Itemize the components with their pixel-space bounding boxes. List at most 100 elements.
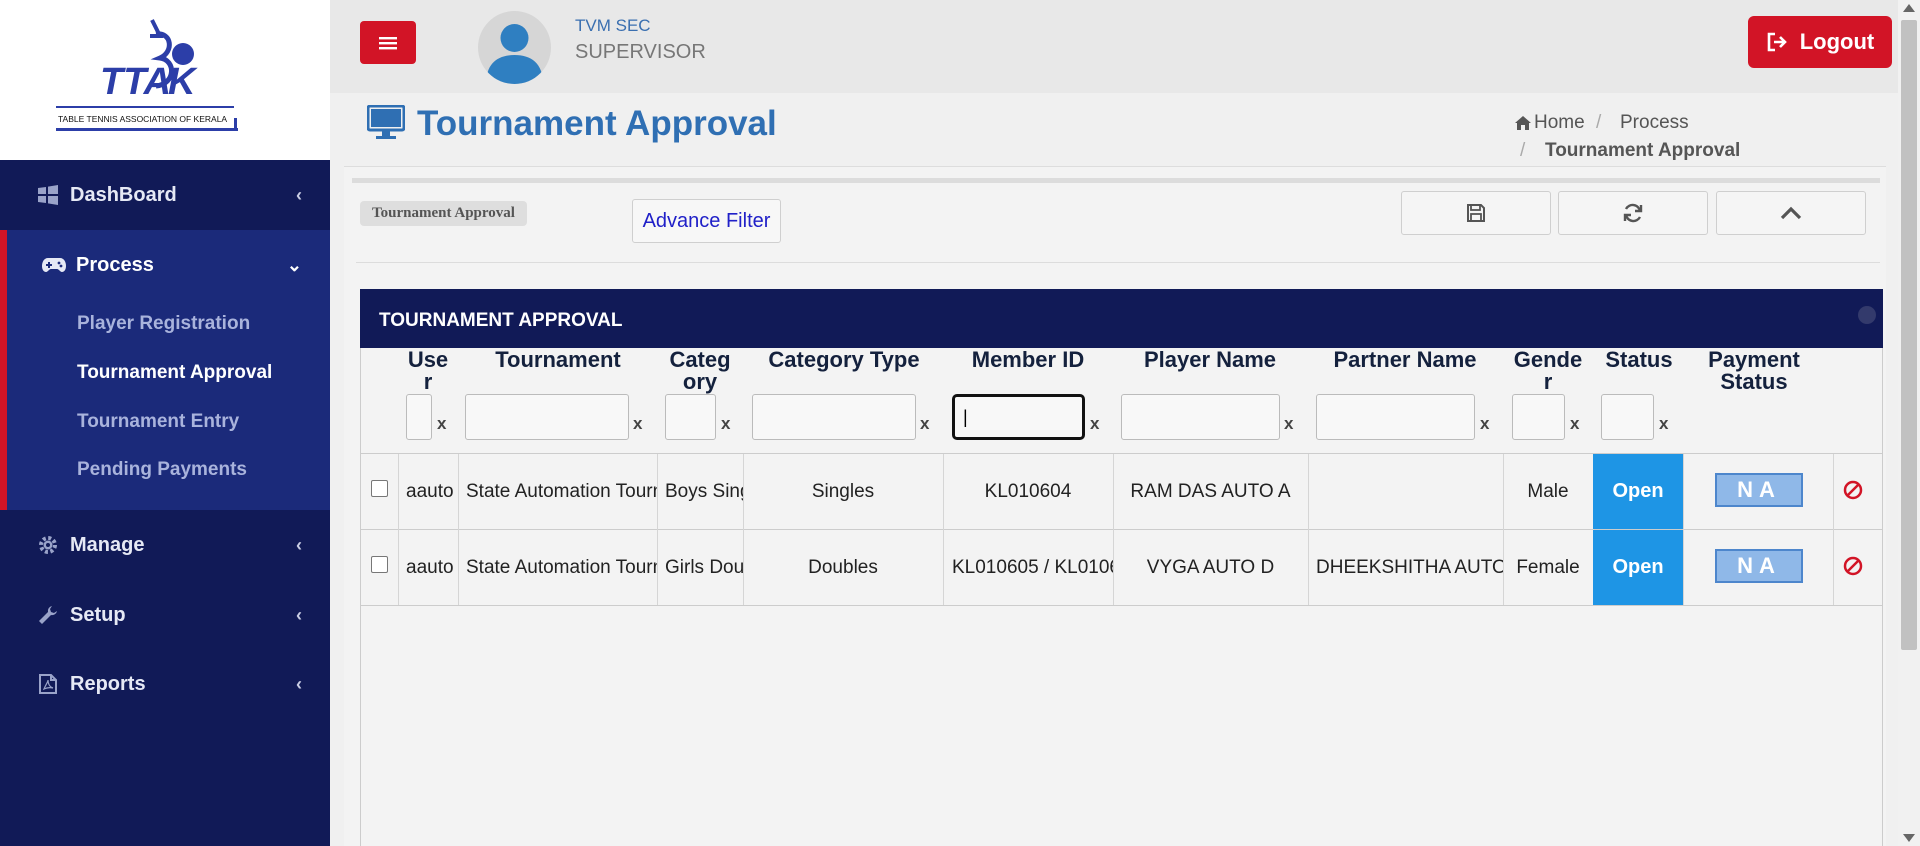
filter-clear-icon[interactable]: x — [1659, 414, 1668, 434]
panel-tab-label: Tournament Approval — [360, 201, 527, 226]
chevron-up-icon — [1780, 206, 1802, 220]
filter-status-input[interactable] — [1601, 394, 1654, 440]
status-open-button[interactable]: Open — [1593, 530, 1683, 605]
row-select-checkbox[interactable] — [371, 480, 388, 497]
svg-text:K: K — [168, 61, 198, 103]
save-icon — [1467, 204, 1485, 222]
column-header-payment-status[interactable]: Payment Status — [1688, 349, 1820, 393]
menu-toggle-button[interactable] — [360, 21, 416, 64]
monitor-icon — [366, 104, 406, 146]
cell-user: aauto — [406, 557, 454, 578]
cell-partner-name: DHEEKSHITHA AUTO — [1316, 557, 1503, 578]
column-header-player-name[interactable]: Player Name — [1116, 349, 1304, 371]
sidebar-item-reports[interactable]: Reports ‹ — [0, 649, 330, 719]
cell-player-name: VYGA AUTO D — [1146, 557, 1275, 578]
divider — [1683, 454, 1684, 605]
scroll-down-arrow-icon[interactable] — [1903, 834, 1915, 842]
column-header-partner-name[interactable]: Partner Name — [1310, 349, 1500, 371]
chevron-left-icon: ‹ — [296, 673, 302, 694]
sidebar-item-setup[interactable]: Setup ‹ — [0, 580, 330, 650]
logo[interactable]: TTA K TABLE TENNIS ASSOCIATION OF KERALA — [0, 0, 330, 160]
ttak-logo-icon: TTA K TABLE TENNIS ASSOCIATION OF KERALA — [56, 19, 238, 131]
divider — [1503, 454, 1504, 605]
sidebar-item-manage[interactable]: Manage ‹ — [0, 510, 330, 580]
grid-settings-icon[interactable] — [1858, 306, 1876, 324]
filter-clear-icon[interactable]: x — [633, 414, 642, 434]
advance-filter-button[interactable]: Advance Filter — [632, 199, 781, 243]
column-header-status[interactable]: Status — [1594, 349, 1684, 371]
filter-clear-icon[interactable]: x — [1284, 414, 1293, 434]
gamepad-icon — [42, 257, 66, 273]
logout-button[interactable]: Logout — [1748, 16, 1892, 68]
column-header-member-id[interactable]: Member ID — [944, 349, 1112, 371]
filter-clear-icon[interactable]: x — [721, 414, 730, 434]
refresh-button[interactable] — [1558, 191, 1708, 235]
save-button[interactable] — [1401, 191, 1551, 235]
scroll-up-arrow-icon[interactable] — [1903, 4, 1915, 12]
submenu-item-tournament-approval[interactable]: Tournament Approval — [77, 362, 272, 384]
breadcrumb-current: Tournament Approval — [1545, 140, 1741, 161]
logout-label: Logout — [1799, 29, 1875, 54]
divider — [1833, 454, 1834, 605]
submenu-item-tournament-entry[interactable]: Tournament Entry — [77, 411, 239, 433]
payment-status-badge[interactable]: NA — [1715, 473, 1803, 507]
column-header-tournament[interactable]: Tournament — [463, 349, 653, 371]
breadcrumb-process[interactable]: Process — [1620, 112, 1689, 134]
column-header-category-type[interactable]: Category Type — [748, 349, 940, 371]
reject-icon[interactable] — [1843, 480, 1863, 505]
chevron-left-icon: ‹ — [296, 184, 302, 205]
divider — [657, 454, 658, 605]
filter-category-type-input[interactable] — [752, 394, 916, 440]
divider — [943, 454, 944, 605]
filter-partner-name-input[interactable] — [1316, 394, 1475, 440]
submenu-item-player-registration[interactable]: Player Registration — [77, 313, 250, 335]
divider — [1308, 454, 1309, 605]
user-icon — [486, 24, 543, 84]
breadcrumb-home[interactable]: Home — [1514, 112, 1585, 134]
filter-clear-icon[interactable]: x — [920, 414, 929, 434]
column-header-gender[interactable]: Gende r — [1505, 349, 1591, 393]
filter-member-id-input[interactable] — [952, 394, 1085, 440]
column-header-category[interactable]: Categ ory — [658, 349, 742, 393]
filter-clear-icon[interactable]: x — [437, 414, 446, 434]
cell-category: Boys Singles — [665, 481, 743, 502]
sidebar-item-dashboard[interactable]: DashBoard ‹ — [0, 160, 330, 230]
cell-member-id: KL010605 / KL010606 — [952, 557, 1113, 578]
status-open-button[interactable]: Open — [1593, 454, 1683, 529]
hamburger-icon — [379, 36, 397, 49]
sign-out-icon — [1767, 32, 1787, 52]
sidebar-item-label: Setup — [70, 603, 126, 626]
cell-player-name: RAM DAS AUTO A — [1130, 481, 1291, 502]
cell-tournament: State Automation Tournament — [466, 481, 657, 502]
scrollbar-thumb[interactable] — [1901, 20, 1917, 650]
collapse-button[interactable] — [1716, 191, 1866, 235]
sidebar-item-label: Process — [76, 253, 154, 276]
panel-top-strip — [352, 178, 1880, 183]
filter-clear-icon[interactable]: x — [1090, 414, 1099, 434]
sidebar-item-label: Reports — [70, 672, 146, 695]
svg-text:TTA: TTA — [100, 61, 171, 103]
cell-user: aauto — [406, 481, 454, 502]
filter-clear-icon[interactable]: x — [1480, 414, 1489, 434]
row-select-checkbox[interactable] — [371, 556, 388, 573]
filter-tournament-input[interactable] — [465, 394, 629, 440]
filter-gender-input[interactable] — [1512, 394, 1565, 440]
sidebar-item-label: Manage — [70, 533, 145, 556]
user-role: SUPERVISOR — [575, 41, 706, 63]
reject-icon[interactable] — [1843, 556, 1863, 581]
filter-player-name-input[interactable] — [1121, 394, 1280, 440]
cell-tournament: State Automation Tournament — [466, 557, 657, 578]
avatar[interactable] — [478, 11, 551, 84]
payment-status-badge[interactable]: NA — [1715, 549, 1803, 583]
windows-icon — [36, 185, 60, 205]
grid-title: TOURNAMENT APPROVAL — [379, 310, 623, 331]
filter-clear-icon[interactable]: x — [1570, 414, 1579, 434]
refresh-icon — [1623, 203, 1643, 223]
filter-user-input[interactable] — [406, 394, 432, 440]
column-header-user[interactable]: Use r — [398, 349, 458, 393]
sidebar-item-process[interactable]: Process ⌄ — [7, 230, 330, 300]
wrench-icon — [36, 605, 60, 625]
submenu-item-pending-payments[interactable]: Pending Payments — [77, 459, 247, 481]
cell-gender: Female — [1516, 557, 1580, 578]
filter-category-input[interactable] — [665, 394, 716, 440]
